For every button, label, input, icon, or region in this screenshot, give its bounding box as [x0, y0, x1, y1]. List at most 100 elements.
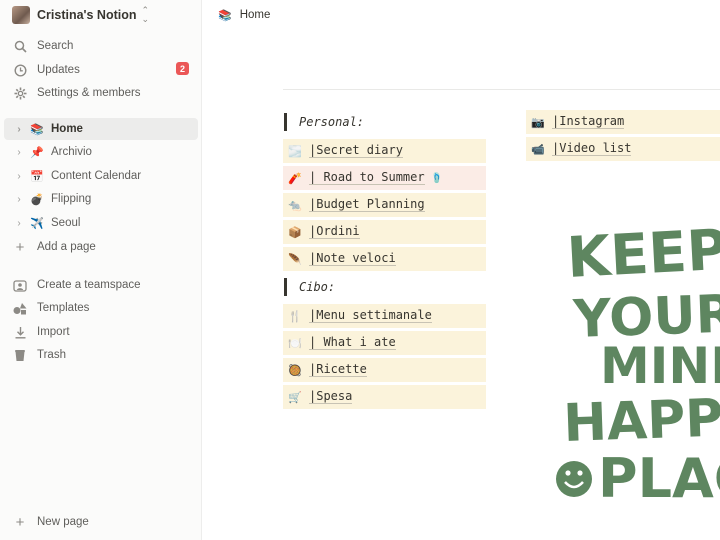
section-heading-text: Personal: [299, 115, 365, 129]
create-teamspace-label: Create a teamspace [37, 279, 141, 291]
sidebar-item-label: Home [51, 123, 83, 135]
art-line-3: MIND [600, 337, 720, 395]
add-page-button[interactable]: + Add a page [12, 237, 96, 257]
plus-icon: + [15, 238, 25, 256]
trash-label: Trash [37, 349, 66, 361]
import-label: Import [37, 326, 70, 338]
chevron-right-icon[interactable]: › [12, 124, 26, 135]
sidebar-item-content-calendar[interactable]: › 📅 Content Calendar [4, 165, 198, 187]
chevron-right-icon[interactable]: › [12, 171, 26, 182]
breadcrumb[interactable]: 📚 Home [218, 6, 270, 24]
flip-flop-icon: 🩴 [430, 172, 444, 184]
nav-settings[interactable]: Settings & members [12, 83, 141, 103]
nav-search-label: Search [37, 40, 74, 52]
breadcrumb-label: Home [239, 9, 271, 21]
import-button[interactable]: Import [12, 322, 70, 342]
rat-icon: 🐀 [288, 198, 302, 212]
new-page-button[interactable]: + New page [12, 512, 89, 532]
clock-icon [12, 62, 28, 78]
page-link-label: | What i ate [309, 335, 396, 350]
page-link-instagram[interactable]: 📷 |Instagram [526, 110, 720, 134]
fog-icon: 🌫️ [288, 144, 302, 158]
sidebar-item-label: Seoul [51, 217, 81, 229]
paella-icon: 🥘 [288, 363, 302, 377]
chevron-right-icon[interactable]: › [12, 147, 26, 158]
sidebar-item-archivio[interactable]: › 📌 Archivio [4, 141, 198, 163]
cart-icon: 🛒 [288, 390, 302, 404]
page-link-label: | Road to Summer [309, 170, 425, 185]
gear-icon [12, 85, 28, 101]
page-link-video-list[interactable]: 📹 |Video list [526, 137, 720, 161]
books-icon: 📚 [218, 9, 232, 22]
chevron-right-icon[interactable]: › [12, 218, 26, 229]
trash-button[interactable]: Trash [12, 345, 66, 365]
art-line-4: HAPPY [562, 387, 720, 454]
page-link-what-i-ate[interactable]: 🍽️ | What i ate [283, 331, 486, 355]
art-line-1: KEEP [565, 218, 720, 291]
shapes-icon [12, 300, 28, 316]
page-link-label: |Secret diary [309, 143, 403, 158]
page-link-label: |Note veloci [309, 251, 396, 266]
create-teamspace-button[interactable]: Create a teamspace [12, 275, 141, 295]
chevron-up-down-icon: ⌃ ⌄ [141, 5, 150, 24]
trash-icon [12, 347, 28, 363]
page-link-label: |Video list [552, 141, 632, 156]
quote-bar [284, 113, 287, 131]
download-icon [12, 324, 28, 340]
page-link-spesa[interactable]: 🛒 |Spesa [283, 385, 486, 409]
sidebar-item-label: Content Calendar [51, 170, 142, 182]
page-link-label: |Spesa [309, 389, 353, 404]
page-link-label: |Menu settimanale [309, 308, 432, 323]
section-heading-text: Cibo: [299, 280, 336, 294]
page-link-road-to-summer[interactable]: 🧨 | Road to Summer 🩴 [283, 166, 486, 190]
page-link-label: |Ricette [309, 362, 367, 377]
section-heading-cibo: Cibo: [284, 277, 335, 297]
sidebar: Cristina's Notion ⌃ ⌄ Search Updates 2 Se… [0, 0, 202, 540]
firecracker-icon: 🧨 [288, 171, 302, 185]
page-link-label: |Budget Planning [309, 197, 425, 212]
hand-lettering-image: KEEP YOUR MIND HAPPY PLAC [556, 218, 720, 510]
sidebar-item-home[interactable]: › 📚 Home [4, 118, 198, 140]
nav-updates[interactable]: Updates [12, 60, 80, 80]
workspace-switcher[interactable]: Cristina's Notion ⌃ ⌄ [12, 6, 149, 24]
divider [283, 89, 720, 90]
plus-icon: + [15, 513, 25, 531]
keep-your-mind-happy-art: KEEP YOUR MIND HAPPY PLAC [548, 215, 720, 515]
smiley-icon [556, 461, 592, 497]
fork-knife-icon: 🍴 [288, 309, 302, 323]
templates-label: Templates [37, 302, 90, 314]
section-heading-personal: Personal: [284, 112, 364, 132]
new-page-label: New page [37, 516, 89, 528]
airplane-icon: ✈️ [30, 217, 44, 230]
chevron-right-icon[interactable]: › [12, 194, 26, 205]
page-link-ordini[interactable]: 📦 |Ordini [283, 220, 486, 244]
camera-icon: 📷 [531, 115, 545, 129]
page-link-budget-planning[interactable]: 🐀 |Budget Planning [283, 193, 486, 217]
updates-count-badge: 2 [176, 62, 189, 75]
page-link-label: |Instagram [552, 114, 625, 129]
bomb-icon: 💣 [30, 193, 44, 206]
page-link-ricette[interactable]: 🥘 |Ricette [283, 358, 486, 382]
nav-search[interactable]: Search [12, 36, 73, 56]
feather-icon: 🪶 [288, 252, 302, 266]
templates-button[interactable]: Templates [12, 298, 89, 318]
page-link-note-veloci[interactable]: 🪶 |Note veloci [283, 247, 486, 271]
page-link-label: |Ordini [309, 224, 360, 239]
plate-icon: 🍽️ [288, 336, 302, 350]
sidebar-item-flipping[interactable]: › 💣 Flipping [4, 188, 198, 210]
art-line-5: PLAC [598, 447, 720, 510]
sidebar-item-seoul[interactable]: › ✈️ Seoul [4, 212, 198, 234]
add-page-label: Add a page [37, 241, 96, 253]
nav-updates-label: Updates [37, 64, 80, 76]
workspace-avatar [12, 6, 30, 24]
books-icon: 📚 [30, 123, 44, 136]
calendar-icon: 📅 [30, 170, 44, 183]
page-link-menu-settimanale[interactable]: 🍴 |Menu settimanale [283, 304, 486, 328]
pushpin-icon: 📌 [30, 146, 44, 159]
teamspace-icon [12, 277, 28, 293]
page-link-secret-diary[interactable]: 🌫️ |Secret diary [283, 139, 486, 163]
video-camera-icon: 📹 [531, 142, 545, 156]
nav-settings-label: Settings & members [37, 87, 141, 99]
package-icon: 📦 [288, 225, 302, 239]
sidebar-item-label: Flipping [51, 193, 92, 205]
